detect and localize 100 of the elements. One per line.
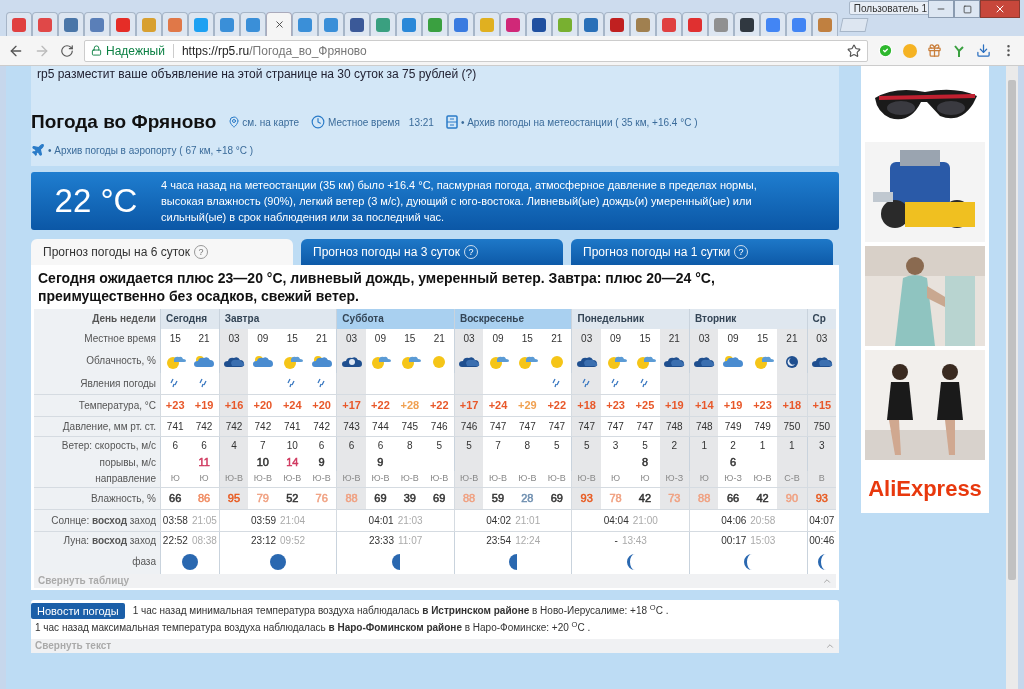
temperature: +23 (165, 397, 185, 413)
moonset-time: 08:38 (191, 534, 217, 548)
row-label: Местное время (34, 328, 160, 349)
humidity: 66 (727, 490, 740, 506)
moonrise-time: 22:52 (162, 534, 188, 548)
browser-tab[interactable] (578, 12, 604, 36)
wind-gust: 9 (377, 454, 384, 470)
browser-tab[interactable] (526, 12, 552, 36)
close-icon[interactable] (994, 3, 1006, 15)
close-icon[interactable] (273, 19, 285, 30)
humidity: 28 (521, 490, 534, 506)
gift-icon[interactable] (927, 43, 942, 58)
moonrise-time: 23:12 (251, 534, 277, 548)
moonrise-time: 00:46 (809, 534, 835, 548)
row-label: Давление, мм рт. ст. (34, 416, 160, 437)
forecast-tab[interactable]: Прогноз погоды на 6 суток ? (31, 238, 293, 265)
temperature: +15 (812, 397, 832, 413)
tab-label: Прогноз погоды на 3 суток (313, 243, 460, 261)
humidity: 69 (433, 490, 446, 506)
airport-archive-link[interactable]: • Архив погоды в аэропорту ( 67 км, +18 °C ) (48, 142, 254, 158)
day-header: Вторник (689, 308, 807, 329)
forecast-summary: Сегодня ожидается плюс 23—20 °C, ливневый дождь, умеренный ветер. Завтра: плюс 20—24 °C, преимущественно без осадков, свежий ветер. (37, 268, 716, 306)
row-label: Влажность, % (34, 487, 160, 510)
current-temperature: 22 °C (53, 180, 139, 221)
scrollbar[interactable] (1006, 66, 1018, 689)
sunset-time: 20:58 (750, 513, 776, 528)
station-archive-link[interactable]: • Архив погоды на метеостанции ( 35 км, +16.4 °C ) (460, 114, 698, 130)
day-header: Воскресенье (453, 308, 572, 329)
moonrise-time: - (614, 534, 618, 548)
wind-gust: 10 (256, 454, 269, 470)
news-badge: Новости погоды (31, 602, 125, 619)
temperature: +23 (753, 397, 772, 413)
forecast-tab[interactable]: Прогноз погоды на 3 суток ? (301, 238, 563, 265)
browser-tab[interactable] (734, 12, 760, 36)
table-cell: 21 (777, 328, 807, 349)
tab-label: Прогноз погоды на 1 сутки (583, 243, 731, 261)
plane-icon (31, 143, 45, 157)
wind-gust: 14 (286, 454, 299, 470)
temperature: +29 (518, 397, 537, 413)
wind-gust: 11 (198, 454, 210, 470)
humidity: 42 (756, 490, 769, 506)
sunset-time: 21:05 (191, 513, 217, 528)
temperature: +17 (459, 397, 479, 413)
humidity: 59 (491, 490, 505, 506)
wind-gust: 6 (730, 454, 737, 470)
news-item: 1 час назад максимальная температура воздуха наблюдалась в Наро-Фоминском районе в Наро-Фоминске: +20 $^{O}$C . (34, 618, 592, 635)
sunset-time: 21:04 (280, 513, 306, 528)
temperature: +14 (694, 397, 714, 413)
minimize-button[interactable] (928, 0, 954, 18)
tab-label: Прогноз погоды на 6 суток (43, 243, 190, 261)
table-cell: 03 (689, 328, 719, 349)
check-circle-icon[interactable] (878, 43, 893, 58)
coin-icon[interactable] (903, 43, 917, 58)
browser-tab[interactable] (344, 12, 370, 36)
moonset-time: 13:43 (621, 534, 647, 548)
row-label: День недели (34, 308, 160, 329)
reload-icon[interactable] (60, 43, 74, 58)
temperature: +16 (224, 397, 244, 413)
bookmark-star-icon[interactable] (847, 43, 861, 58)
humidity: 79 (256, 490, 269, 506)
row-label: фаза (34, 549, 160, 574)
humidity: 95 (227, 490, 241, 506)
day-header: Ср (806, 308, 836, 329)
sunrise-time: 04:02 (486, 513, 512, 528)
new-tab-button[interactable] (839, 18, 869, 32)
humidity: 42 (638, 490, 652, 506)
row-label: Облачность, % (34, 348, 160, 373)
close-button[interactable] (980, 0, 1020, 18)
browser-tab[interactable] (604, 12, 630, 36)
humidity: 69 (374, 490, 387, 506)
forecast-tab[interactable]: Прогноз погоды на 1 сутки ? (571, 238, 833, 265)
sprout-icon[interactable] (952, 43, 966, 58)
humidity: 69 (550, 490, 563, 506)
row-label: Солнце: восход заход (34, 509, 160, 532)
address-bar[interactable]: Надежный https://rp5.ru/Погода_во_Фряново (84, 39, 868, 62)
temperature: +17 (342, 397, 361, 413)
day-header: Завтра (218, 308, 337, 329)
table-cell: 741 (160, 416, 190, 437)
wind-gust: 9 (318, 454, 325, 470)
table-cell: 750 (777, 416, 807, 437)
local-time: 13:21 (408, 115, 434, 130)
sunset-time: 21:03 (397, 513, 423, 528)
download-icon[interactable] (976, 43, 991, 58)
news-item: 1 час назад минимальная температура воздуха наблюдалась в Истринском районе в Ново-Иерусалиме: +18 $^{O}$C . (132, 602, 669, 618)
ad-logo[interactable]: AliExpress (868, 464, 982, 513)
temperature: +22 (429, 397, 449, 413)
humidity: 88 (462, 490, 476, 506)
moonset-time: 09:52 (280, 534, 306, 548)
moonset-time: 11:07 (398, 534, 423, 548)
page-title: Погода во Фряново (31, 110, 217, 134)
row-label: Явления погоды (34, 372, 160, 395)
temperature: +18 (782, 397, 802, 413)
map-link[interactable]: см. на карте (242, 114, 300, 130)
temperature: +19 (665, 397, 684, 413)
table-cell: 747 (571, 416, 601, 437)
moonrise-time: 23:54 (486, 534, 512, 548)
humidity: 90 (785, 490, 798, 506)
maximize-icon[interactable] (962, 4, 972, 14)
table-cell: 743 (336, 416, 366, 437)
maximize-button[interactable] (954, 0, 980, 18)
